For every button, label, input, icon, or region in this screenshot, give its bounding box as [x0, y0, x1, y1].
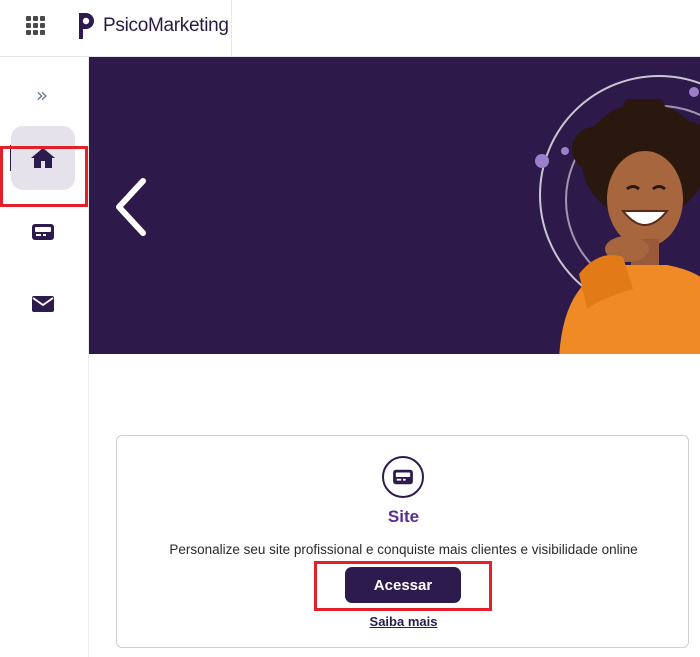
sidebar-item-site[interactable]: [11, 200, 75, 264]
decorative-dot: [535, 154, 549, 168]
apps-grid-icon[interactable]: [24, 14, 48, 38]
envelope-icon: [32, 296, 54, 312]
decorative-dot: [689, 87, 699, 97]
brand-name: PsicoMarketing: [103, 15, 229, 36]
site-card: Site Personalize seu site profissional e…: [116, 435, 689, 648]
sidebar-item-mail[interactable]: [11, 272, 75, 336]
chevron-left-icon[interactable]: [111, 175, 151, 239]
psicomarketing-logo-icon: [79, 13, 94, 39]
card-description: Personalize seu site profissional e conq…: [169, 542, 638, 557]
acessar-button[interactable]: Acessar: [345, 567, 461, 603]
double-chevron-right-icon[interactable]: »: [30, 85, 54, 107]
card-icon: [32, 224, 54, 240]
card-title: Site: [387, 507, 420, 526]
highlight-box-sidebar-site: [0, 146, 88, 207]
smiling-woman-image: [559, 99, 700, 354]
top-bar: PsicoMarketing: [0, 0, 700, 57]
brand-logo[interactable]: PsicoMarketing: [75, 10, 229, 42]
hero-banner: [89, 57, 700, 354]
header-divider: [231, 0, 232, 57]
saiba-mais-link[interactable]: Saiba mais: [117, 614, 690, 629]
card-icon: [382, 456, 424, 498]
